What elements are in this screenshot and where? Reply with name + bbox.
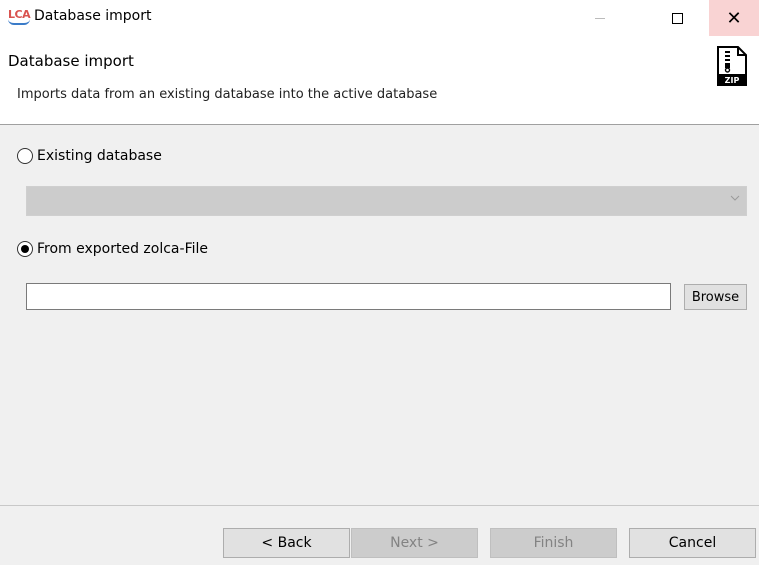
zip-file-icon: ZIP	[717, 46, 747, 86]
close-button[interactable]: ✕	[709, 0, 759, 36]
next-button[interactable]: Next >	[351, 528, 478, 558]
from-file-option[interactable]: From exported zolca-File	[17, 241, 208, 257]
from-file-radio[interactable]	[17, 241, 33, 257]
existing-database-option[interactable]: Existing database	[17, 148, 162, 164]
import-options-panel: Existing database From exported zolca-Fi…	[0, 126, 759, 505]
title-bar: LCA Database import ✕	[0, 0, 759, 36]
existing-database-radio[interactable]	[17, 148, 33, 164]
browse-button[interactable]: Browse	[684, 284, 747, 310]
maximize-icon	[672, 12, 683, 24]
lca-app-icon: LCA	[8, 8, 31, 25]
database-select	[26, 186, 747, 216]
window-title: Database import	[34, 8, 152, 24]
existing-database-label: Existing database	[37, 148, 162, 164]
wizard-header: Database import Imports data from an exi…	[0, 36, 759, 125]
minimize-button[interactable]	[577, 0, 622, 36]
wizard-footer: < Back Next > Finish Cancel	[0, 505, 759, 565]
minimize-icon	[594, 17, 605, 19]
page-title: Database import	[8, 52, 134, 70]
cancel-button[interactable]: Cancel	[629, 528, 756, 558]
page-description: Imports data from an existing database i…	[17, 87, 438, 102]
maximize-button[interactable]	[655, 0, 700, 36]
zip-icon-label: ZIP	[725, 76, 740, 85]
finish-button[interactable]: Finish	[490, 528, 617, 558]
file-path-input[interactable]	[26, 283, 671, 310]
chevron-down-icon	[730, 193, 740, 203]
close-icon: ✕	[726, 7, 742, 29]
from-file-label: From exported zolca-File	[37, 241, 208, 257]
back-button[interactable]: < Back	[223, 528, 350, 558]
